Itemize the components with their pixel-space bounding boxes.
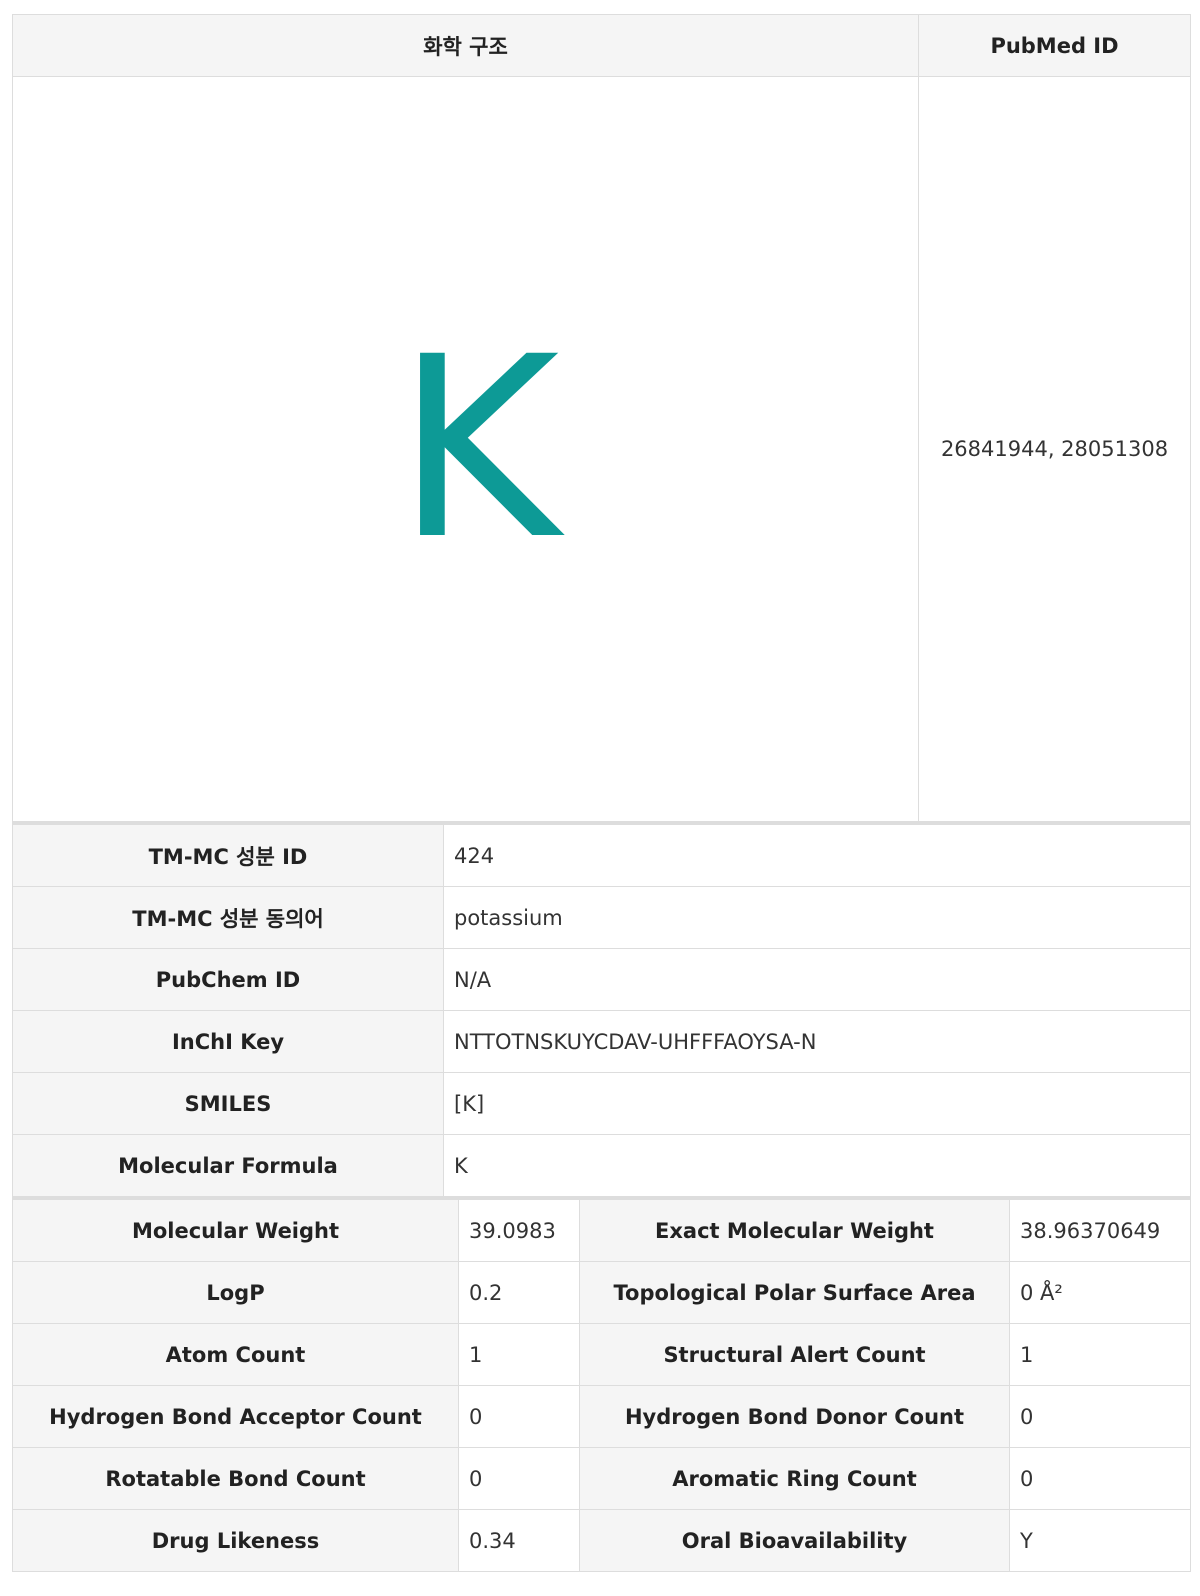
property-label: Oral Bioavailability [579,1509,1010,1572]
property-label: Atom Count [12,1323,459,1386]
info-label: TM-MC 성분 동의어 [12,886,444,949]
compound-info-table: TM-MC 성분 ID 424 TM-MC 성분 동의어 potassium PubCh… [12,822,1191,1197]
structure-table: 화학 구조 PubMed ID K 26841944, 28051308 [12,14,1191,822]
info-label: InChI Key [12,1010,444,1073]
property-value: 0.34 [458,1509,580,1572]
property-label: Rotatable Bond Count [12,1447,459,1510]
property-value: 39.0983 [458,1198,580,1262]
property-value: 38.96370649 [1009,1198,1191,1262]
compound-properties-table: Molecular Weight 39.0983 Exact Molecular W… [12,1197,1191,1572]
pubmed-header: PubMed ID [918,14,1191,77]
info-label: Molecular Formula [12,1134,444,1197]
chemical-structure-image: K [12,76,919,822]
property-row: Drug Likeness 0.34 Oral Bioavailability Y [12,1509,1191,1572]
property-row: Hydrogen Bond Acceptor Count 0 Hydrogen Bo… [12,1385,1191,1448]
property-label: Hydrogen Bond Donor Count [579,1385,1010,1448]
structure-header: 화학 구조 [12,14,919,77]
structure-element-symbol: K [395,303,560,594]
property-value: 0.2 [458,1261,580,1324]
property-value: 0 [1009,1385,1191,1448]
info-row: PubChem ID N/A [12,948,1191,1011]
property-row: Molecular Weight 39.0983 Exact Molecular W… [12,1198,1191,1262]
property-label: Drug Likeness [12,1509,459,1572]
info-value: K [443,1134,1191,1197]
property-value: 0 [458,1385,580,1448]
structure-row: K 26841944, 28051308 [12,76,1191,822]
property-label: Exact Molecular Weight [579,1198,1010,1262]
info-row: SMILES [K] [12,1072,1191,1135]
info-value: [K] [443,1072,1191,1135]
property-label: LogP [12,1261,459,1324]
info-value: 424 [443,823,1191,887]
info-row: TM-MC 성분 ID 424 [12,823,1191,887]
property-value: 0 [458,1447,580,1510]
property-value: Y [1009,1509,1191,1572]
property-row: LogP 0.2 Topological Polar Surface Area 0 Å… [12,1261,1191,1324]
property-label: Molecular Weight [12,1198,459,1262]
info-row: Molecular Formula K [12,1134,1191,1197]
info-row: InChI Key NTTOTNSKUYCDAV-UHFFFAOYSA-N [12,1010,1191,1073]
property-label: Aromatic Ring Count [579,1447,1010,1510]
info-label: SMILES [12,1072,444,1135]
info-row: TM-MC 성분 동의어 potassium [12,886,1191,949]
info-label: TM-MC 성분 ID [12,823,444,887]
property-value: 0 [1009,1447,1191,1510]
property-value: 1 [1009,1323,1191,1386]
structure-header-row: 화학 구조 PubMed ID [12,14,1191,77]
info-value: potassium [443,886,1191,949]
pubmed-ids: 26841944, 28051308 [918,76,1191,822]
property-row: Rotatable Bond Count 0 Aromatic Ring Count… [12,1447,1191,1510]
info-value: NTTOTNSKUYCDAV-UHFFFAOYSA-N [443,1010,1191,1073]
property-label: Topological Polar Surface Area [579,1261,1010,1324]
property-label: Structural Alert Count [579,1323,1010,1386]
info-value: N/A [443,948,1191,1011]
property-row: Atom Count 1 Structural Alert Count 1 [12,1323,1191,1386]
property-label: Hydrogen Bond Acceptor Count [12,1385,459,1448]
info-label: PubChem ID [12,948,444,1011]
property-value: 0 Å² [1009,1261,1191,1324]
compound-detail-panel: 화학 구조 PubMed ID K 26841944, 28051308 TM-… [12,14,1200,1572]
property-value: 1 [458,1323,580,1386]
